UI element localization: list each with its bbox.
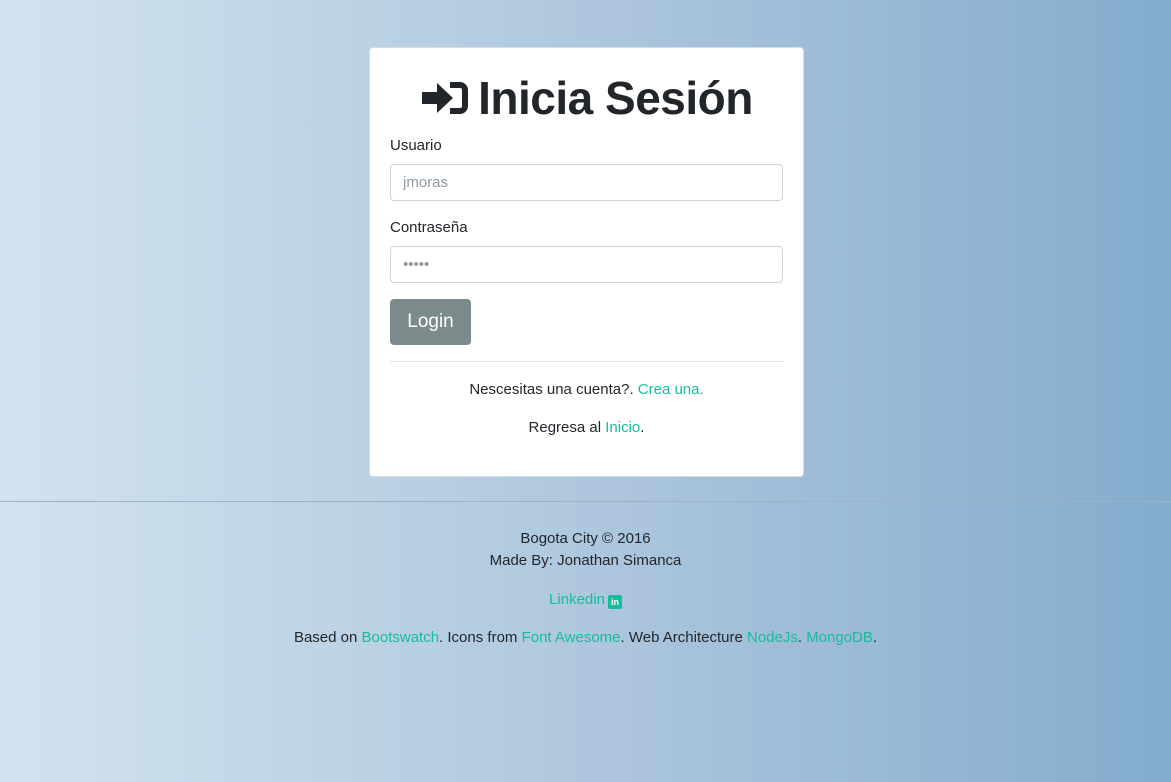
footer-divider [0, 501, 1171, 502]
home-suffix: . [640, 419, 645, 436]
login-button[interactable]: Login [390, 299, 471, 345]
home-link[interactable]: Inicio [605, 419, 640, 436]
login-title: Inicia Sesión [390, 48, 783, 148]
linkedin-link[interactable]: Linkedin in [549, 591, 622, 609]
copyright-text: Bogota City © 2016 [520, 530, 651, 547]
linkedin-link-label: Linkedin [549, 591, 605, 608]
password-input[interactable] [390, 246, 783, 283]
credits-based-on: Based on [293, 629, 362, 646]
font-awesome-link[interactable]: Font Awesome [522, 629, 621, 646]
home-text: Regresa al [528, 419, 606, 436]
linkedin-row: Linkedin in [0, 589, 1171, 611]
linkedin-icon: in [607, 595, 622, 609]
home-line: Regresa al Inicio. [390, 418, 783, 438]
username-input[interactable] [390, 164, 783, 201]
signup-text: Nescesitas una cuenta?. [469, 381, 638, 398]
footer: Bogota City © 2016 Made By: Jonathan Sim… [0, 528, 1171, 649]
signup-link[interactable]: Crea una. [638, 381, 704, 398]
credits-icons-from: . Icons from [439, 629, 522, 646]
credits-end: . [872, 629, 878, 646]
username-label: Usuario [390, 137, 442, 154]
made-by-text: Made By: Jonathan Simanca [489, 552, 682, 569]
bootswatch-link[interactable]: Bootswatch [362, 629, 440, 646]
card-divider [390, 361, 783, 362]
login-card: Inicia Sesión Usuario Contraseña Login N… [369, 47, 804, 477]
login-title-text: Inicia Sesión [478, 72, 753, 124]
nodejs-link[interactable]: NodeJs [747, 629, 798, 646]
credits-web-arch: . Web Architecture [620, 629, 747, 646]
signup-line: Nescesitas una cuenta?. Crea una. [390, 380, 783, 400]
mongodb-link[interactable]: MongoDB [806, 629, 873, 646]
password-label: Contraseña [390, 219, 468, 236]
sign-in-icon [420, 78, 470, 118]
credits-line: Based on Bootswatch. Icons from Font Awe… [0, 627, 1171, 649]
credits-separator: . [797, 629, 807, 646]
